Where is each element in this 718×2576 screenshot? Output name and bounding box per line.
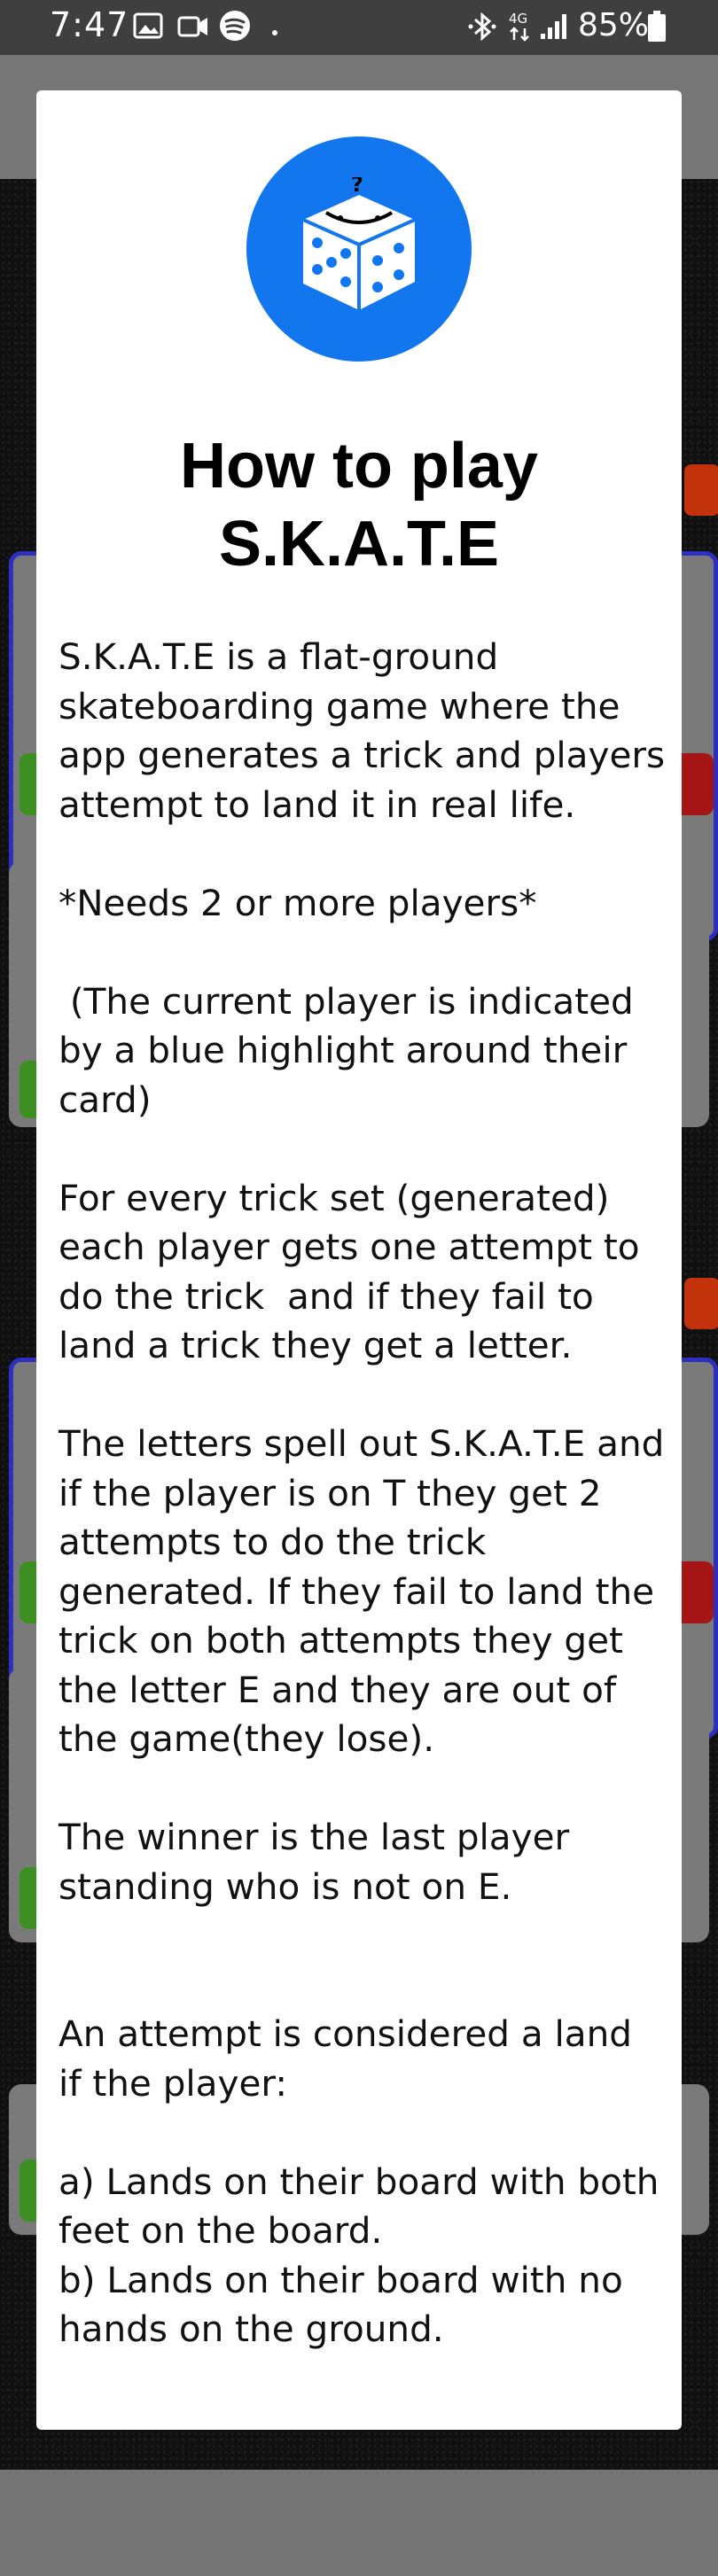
spotify-icon	[218, 9, 252, 46]
dot-icon	[271, 23, 278, 40]
battery-icon	[647, 11, 667, 46]
video-icon	[177, 14, 209, 43]
status-bar: 7:47 4G 85%	[0, 0, 718, 55]
dice-icon: ?	[246, 136, 472, 362]
signal-icon	[539, 12, 569, 44]
bg-orange-badge	[684, 1278, 718, 1329]
how-to-play-dialog: ? How to play S.K.A.T.E S.K.A.T.E is a f…	[36, 90, 682, 2430]
network-4g-label: 4G	[509, 11, 527, 27]
battery-percentage: 85%	[578, 7, 650, 43]
dialog-title: How to play S.K.A.T.E	[179, 431, 538, 580]
app-screen: 7:47 4G 85% ? How to play S.K.A.T.E S.K.…	[0, 0, 718, 2576]
dialog-instructions-text: S.K.A.T.E is a flat-ground skateboarding…	[59, 635, 666, 2350]
network-4g-icon: 4G	[507, 9, 534, 46]
bluetooth-icon	[468, 11, 496, 46]
image-icon	[133, 12, 163, 43]
status-time: 7:47	[50, 5, 129, 44]
svg-text:?: ?	[351, 177, 363, 197]
app-footer	[0, 2470, 718, 2576]
bg-orange-badge	[684, 464, 718, 516]
